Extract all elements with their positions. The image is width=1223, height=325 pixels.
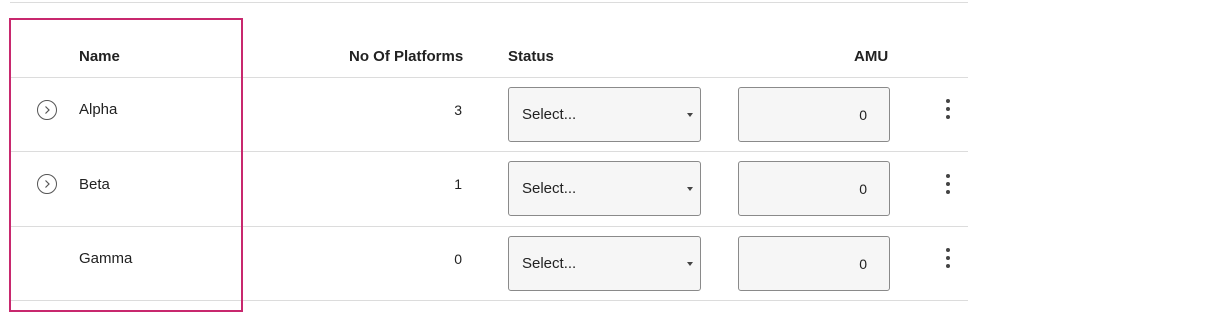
caret-down-icon	[687, 187, 693, 191]
status-select-value: Select...	[522, 255, 577, 272]
row-name: Gamma	[79, 250, 133, 267]
row-platforms-count: 0	[454, 251, 462, 267]
column-header-name[interactable]: Name	[79, 48, 120, 65]
status-select-value: Select...	[522, 106, 577, 123]
vertical-ellipsis-icon	[946, 174, 950, 178]
amu-input-value: 0	[859, 107, 867, 123]
caret-down-icon	[687, 262, 693, 266]
amu-input[interactable]: 0	[738, 87, 890, 142]
row-actions-menu-button[interactable]	[943, 99, 953, 121]
caret-down-icon	[687, 113, 693, 117]
expand-row-button[interactable]	[37, 174, 57, 194]
row-platforms-count: 1	[454, 176, 462, 192]
vertical-ellipsis-icon	[946, 99, 950, 103]
column-header-platforms[interactable]: No Of Platforms	[349, 48, 463, 65]
row-actions-menu-button[interactable]	[943, 248, 953, 270]
chevron-right-icon	[45, 106, 50, 114]
row-divider	[10, 226, 968, 227]
name-column-highlight	[9, 18, 243, 312]
amu-input-value: 0	[859, 181, 867, 197]
column-header-status[interactable]: Status	[508, 48, 554, 65]
chevron-right-icon	[45, 180, 50, 188]
status-select[interactable]: Select...	[508, 161, 701, 216]
row-divider	[10, 300, 968, 301]
amu-input[interactable]: 0	[738, 236, 890, 291]
status-select[interactable]: Select...	[508, 236, 701, 291]
column-header-amu[interactable]: AMU	[854, 48, 888, 65]
status-select-value: Select...	[522, 180, 577, 197]
vertical-ellipsis-icon	[946, 248, 950, 252]
row-actions-menu-button[interactable]	[943, 174, 953, 196]
status-select[interactable]: Select...	[508, 87, 701, 142]
row-divider	[10, 151, 968, 152]
row-name: Alpha	[79, 101, 118, 118]
amu-input[interactable]: 0	[738, 161, 890, 216]
row-platforms-count: 3	[454, 102, 462, 118]
expand-row-button[interactable]	[37, 100, 57, 120]
amu-input-value: 0	[859, 256, 867, 272]
top-divider	[10, 2, 968, 3]
header-divider	[10, 77, 968, 78]
row-name: Beta	[79, 176, 110, 193]
